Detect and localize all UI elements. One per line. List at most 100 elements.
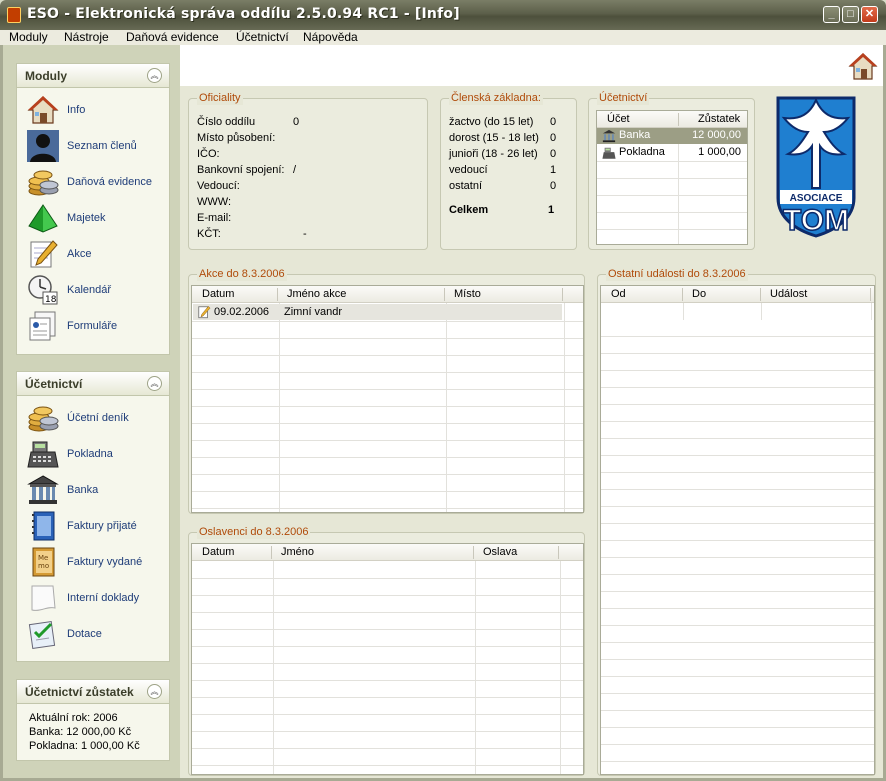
label-vedouci-count: vedoucí bbox=[449, 164, 488, 176]
col-header-jmeno-akce[interactable]: Jméno akce bbox=[287, 288, 346, 300]
menu-bar: Moduly Nástroje Daňová evidence Účetnict… bbox=[0, 30, 886, 45]
nav-item-ucetni-denik[interactable]: Účetní deník bbox=[27, 401, 162, 435]
grid-row-line bbox=[192, 321, 583, 322]
grid-row-line bbox=[597, 195, 747, 196]
zustatek-group-header[interactable]: Účetnictví zůstatek ︽ bbox=[17, 680, 169, 704]
grid-row-line bbox=[192, 765, 583, 766]
cell-account-pokladna[interactable]: Pokladna bbox=[619, 146, 665, 158]
nav-item-faktury-vydane[interactable]: Me mo Faktury vydané bbox=[27, 545, 162, 579]
nav-item-info[interactable]: Info bbox=[27, 93, 162, 127]
coins-stack-icon bbox=[28, 170, 59, 196]
moduly-group-title: Moduly bbox=[25, 69, 67, 83]
value-vedouci-count: 1 bbox=[550, 164, 557, 176]
grid-row-line bbox=[192, 508, 583, 509]
nav-item-pokladna[interactable]: Pokladna bbox=[27, 437, 162, 471]
value-dorost: 0 bbox=[550, 132, 557, 144]
col-separator bbox=[870, 288, 871, 301]
nav-label-kalendar: Kalendář bbox=[67, 284, 112, 296]
grid-row-line bbox=[192, 731, 583, 732]
nav-item-seznam-clenu[interactable]: Seznam členů bbox=[27, 129, 162, 163]
minimize-button[interactable]: _ bbox=[823, 6, 840, 23]
col-header-oslava[interactable]: Oslava bbox=[483, 546, 517, 558]
svg-text:18: 18 bbox=[45, 295, 57, 305]
title-bar[interactable]: ESO - Elektronická správa oddílu 2.5.0.9… bbox=[0, 0, 886, 30]
nav-label-faktury-prijate: Faktury přijaté bbox=[67, 520, 137, 532]
col-header-ucet[interactable]: Účet bbox=[607, 113, 630, 125]
clenska-title: Členská základna: bbox=[449, 92, 543, 105]
main-pane: Oficiality Číslo oddílu 0 Místo působení… bbox=[180, 45, 883, 778]
menu-danova-evidence[interactable]: Daňová evidence bbox=[126, 30, 219, 44]
nav-label-faktury-vydane: Faktury vydané bbox=[67, 556, 143, 568]
col-header-misto[interactable]: Místo bbox=[454, 288, 481, 300]
cash-register-icon bbox=[27, 441, 59, 468]
collapse-zustatek-icon[interactable]: ︽ bbox=[147, 684, 162, 699]
moduly-group-header[interactable]: Moduly ︽ bbox=[17, 64, 169, 88]
menu-nastroje[interactable]: Nástroje bbox=[64, 30, 109, 44]
svg-text:mo: mo bbox=[38, 562, 49, 570]
tom-logo: ASOCIACE TOM bbox=[776, 96, 856, 238]
col-header-datum[interactable]: Datum bbox=[202, 288, 234, 300]
close-button[interactable]: ✕ bbox=[861, 6, 878, 23]
oficiality-group: Oficiality Číslo oddílu 0 Místo působení… bbox=[188, 92, 428, 250]
oslavenci-grid[interactable]: Datum Jméno Oslava bbox=[191, 543, 584, 775]
label-ico: IČO: bbox=[197, 148, 220, 160]
collapse-ucetnictvi-icon[interactable]: ︽ bbox=[147, 376, 162, 391]
grid-row-line bbox=[597, 229, 747, 230]
grid-row-line bbox=[192, 474, 583, 475]
grid-row-line bbox=[192, 338, 583, 339]
cash-register-icon bbox=[602, 147, 616, 159]
nav-label-majetek: Majetek bbox=[67, 212, 106, 224]
ucetnictvi-group-header[interactable]: Účetnictví ︽ bbox=[17, 372, 169, 396]
grid-row-line bbox=[192, 629, 583, 630]
col-separator bbox=[678, 113, 679, 126]
oslavenci-title: Oslavenci do 8.3.2006 bbox=[197, 526, 311, 539]
akce-group: Akce do 8.3.2006 Datum Jméno akce Místo bbox=[188, 268, 585, 514]
grid-col-line bbox=[564, 303, 565, 512]
grid-row-line bbox=[192, 355, 583, 356]
nav-item-majetek[interactable]: Majetek bbox=[27, 201, 162, 235]
grid-col-line bbox=[279, 303, 280, 512]
col-header-zustatek[interactable]: Zůstatek bbox=[698, 113, 740, 125]
col-header-udalost[interactable]: Událost bbox=[770, 288, 807, 300]
ucetnictvi-grid-header: Účet Zůstatek bbox=[597, 111, 747, 128]
col-header-do[interactable]: Do bbox=[692, 288, 706, 300]
oficiality-title: Oficiality bbox=[197, 92, 243, 105]
value-ostatni: 0 bbox=[550, 180, 557, 192]
ostatni-grid[interactable]: Od Do Událost bbox=[600, 285, 875, 775]
nav-item-akce[interactable]: Akce bbox=[27, 237, 162, 271]
bank-building-icon bbox=[27, 475, 59, 504]
menu-napoveda[interactable]: Nápověda bbox=[303, 30, 358, 44]
app-icon[interactable] bbox=[7, 7, 21, 23]
col-header-od[interactable]: Od bbox=[611, 288, 626, 300]
label-misto-pusobeni: Místo působení: bbox=[197, 132, 276, 144]
person-silhouette-icon bbox=[27, 130, 59, 162]
ucetnictvi-grid[interactable]: Účet Zůstatek Banka 12 000,00 Pokladna 1… bbox=[596, 110, 748, 245]
col-header-datum[interactable]: Datum bbox=[202, 546, 234, 558]
cell-balance-pokladna[interactable]: 1 000,00 bbox=[698, 146, 741, 158]
akce-grid[interactable]: Datum Jméno akce Místo 09.02.2006 Zimní … bbox=[191, 285, 584, 513]
notepad-pencil-icon bbox=[198, 305, 211, 319]
maximize-button[interactable]: □ bbox=[842, 6, 859, 23]
nav-item-interni-doklady[interactable]: Interní doklady bbox=[27, 581, 162, 615]
nav-item-formulare[interactable]: Formuláře bbox=[27, 309, 162, 343]
grid-col-line bbox=[475, 561, 476, 774]
nav-item-danova-evidence[interactable]: Daňová evidence bbox=[27, 165, 162, 199]
home-icon[interactable] bbox=[847, 50, 879, 82]
grid-row-line bbox=[192, 406, 583, 407]
info-content: Oficiality Číslo oddílu 0 Místo působení… bbox=[180, 86, 883, 778]
nav-item-kalendar[interactable]: 18 Kalendář bbox=[27, 273, 162, 307]
nav-item-dotace[interactable]: Dotace bbox=[27, 617, 162, 651]
nav-item-faktury-prijate[interactable]: Faktury přijaté bbox=[27, 509, 162, 543]
menu-moduly[interactable]: Moduly bbox=[9, 30, 48, 44]
menu-ucetnictvi[interactable]: Účetnictví bbox=[236, 30, 289, 44]
grid-row-line bbox=[192, 748, 583, 749]
grid-row-line bbox=[192, 714, 583, 715]
label-ostatni: ostatní bbox=[449, 180, 483, 192]
oslavenci-grid-header: Datum Jméno Oslava bbox=[192, 544, 583, 561]
nav-item-banka[interactable]: Banka bbox=[27, 473, 162, 507]
clenska-zakladna-group: Členská základna: žactvo (do 15 let) 0 d… bbox=[440, 92, 577, 250]
grid-row-line bbox=[192, 457, 583, 458]
value-cislo-oddilu: 0 bbox=[293, 116, 300, 128]
col-header-jmeno[interactable]: Jméno bbox=[281, 546, 314, 558]
collapse-moduly-icon[interactable]: ︽ bbox=[147, 68, 162, 83]
